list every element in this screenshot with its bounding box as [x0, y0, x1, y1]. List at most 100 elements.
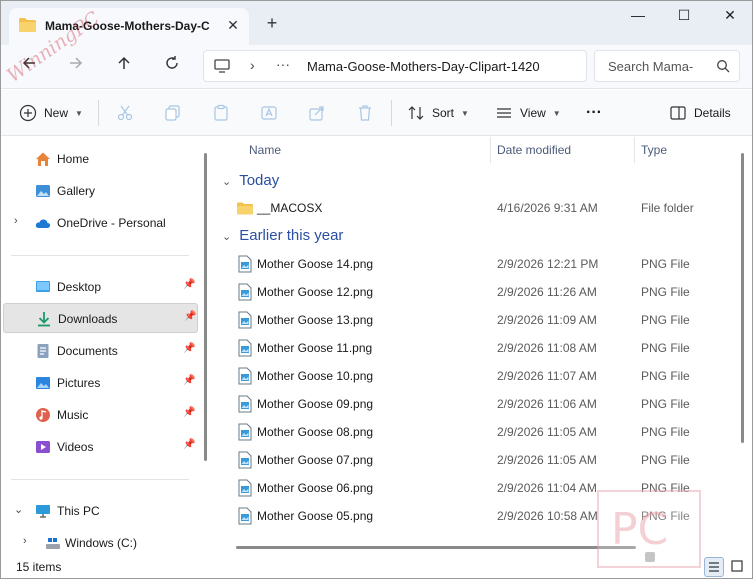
delete-button[interactable]	[356, 102, 381, 124]
horizontal-scrollbar[interactable]	[236, 546, 636, 549]
chevron-down-icon: ▼	[461, 108, 469, 118]
png-file-icon	[238, 423, 252, 441]
sidebar-item-pictures[interactable]: Pictures 📌	[3, 368, 198, 398]
file-date: 2/9/2026 11:26 AM	[497, 285, 597, 299]
sidebar-item-this-pc[interactable]: ⌄ This PC	[3, 496, 198, 526]
sidebar-scrollbar[interactable]	[204, 153, 207, 461]
refresh-icon	[166, 56, 178, 69]
column-divider[interactable]	[634, 137, 635, 163]
file-date: 2/9/2026 11:06 AM	[497, 397, 597, 411]
vertical-scrollbar[interactable]	[741, 153, 744, 443]
cloud-icon	[35, 219, 51, 228]
pin-icon: 📌	[184, 311, 197, 322]
sidebar-item-desktop[interactable]: Desktop 📌	[3, 272, 198, 302]
new-button[interactable]: New ▼	[19, 102, 83, 124]
file-row[interactable]: Mother Goose 11.png 2/9/2026 11:08 AM PNG …	[232, 334, 732, 362]
more-options-button[interactable]: ···	[586, 102, 602, 124]
rename-button[interactable]	[260, 102, 285, 124]
close-window-button[interactable]: ✕	[715, 7, 745, 27]
sidebar-item-home[interactable]: Home	[3, 144, 198, 174]
watermark-logo: PC	[597, 490, 701, 568]
column-divider[interactable]	[490, 137, 491, 163]
sidebar-item-music[interactable]: Music 📌	[3, 400, 198, 430]
maximize-button[interactable]: ☐	[669, 7, 699, 27]
plus-circle-icon	[19, 104, 37, 122]
sidebar-item-label: Desktop	[57, 280, 102, 294]
thumbnails-view-button[interactable]	[728, 557, 748, 577]
gallery-icon	[36, 185, 50, 197]
divider	[98, 100, 99, 126]
folder-row[interactable]: __MACOSX 4/16/2026 9:31 AM File folder	[232, 194, 732, 222]
clipboard-icon	[214, 104, 228, 121]
column-header-name[interactable]: Name	[249, 143, 281, 157]
sort-button[interactable]: Sort ▼	[407, 102, 469, 124]
music-icon	[36, 408, 50, 422]
breadcrumb-current-folder[interactable]: Mama-Goose-Mothers-Day-Clipart-1420	[307, 59, 559, 74]
grid-view-icon	[731, 560, 743, 572]
file-row[interactable]: Mother Goose 13.png 2/9/2026 11:09 AM PNG …	[232, 306, 732, 334]
column-header-date[interactable]: Date modified	[497, 143, 571, 157]
file-row[interactable]: Mother Goose 07.png 2/9/2026 11:05 AM PNG …	[232, 446, 732, 474]
file-row[interactable]: Mother Goose 09.png 2/9/2026 11:06 AM PNG …	[232, 390, 732, 418]
share-icon	[309, 106, 324, 121]
minimize-button[interactable]: —	[623, 7, 653, 27]
cut-button[interactable]	[116, 102, 141, 124]
chevron-right-icon[interactable]: ›	[14, 215, 18, 227]
details-view-button[interactable]	[704, 557, 724, 577]
file-row[interactable]: Mother Goose 12.png 2/9/2026 11:26 AM PNG …	[232, 278, 732, 306]
list-view-icon	[709, 562, 719, 572]
sidebar-item-downloads[interactable]: Downloads 📌	[3, 303, 198, 333]
chevron-right-icon[interactable]: ›	[250, 57, 255, 73]
sidebar-item-documents[interactable]: Documents 📌	[3, 336, 198, 366]
folder-icon	[237, 202, 253, 215]
sidebar-item-label: Home	[57, 152, 90, 166]
column-header-type[interactable]: Type	[641, 143, 667, 157]
chevron-down-icon: ▼	[552, 108, 561, 118]
sidebar-item-gallery[interactable]: Gallery	[3, 176, 198, 206]
sidebar-item-label: Videos	[57, 440, 94, 454]
paste-button[interactable]	[212, 102, 237, 124]
address-bar[interactable]: › ··· Mama-Goose-Mothers-Day-Clipart-142…	[203, 50, 587, 82]
chevron-right-icon[interactable]: ›	[23, 535, 27, 547]
file-name: Mother Goose 12.png	[257, 285, 374, 299]
title-bar: Mama-Goose-Mothers-Day-C ✕ + — ☐ ✕	[1, 1, 752, 45]
png-file-icon	[238, 479, 252, 497]
group-header-earlier[interactable]: ⌄ Earlier this year	[222, 227, 343, 244]
forward-button[interactable]	[63, 55, 89, 77]
up-button[interactable]	[111, 55, 137, 77]
arrow-up-icon	[118, 56, 130, 69]
divider	[391, 100, 392, 126]
file-row[interactable]: Mother Goose 14.png 2/9/2026 12:21 PM PNG …	[232, 250, 732, 278]
search-box[interactable]: Search Mama-	[594, 50, 740, 82]
sidebar-divider	[11, 479, 189, 480]
sidebar-item-onedrive[interactable]: › OneDrive - Personal	[3, 208, 198, 238]
view-button[interactable]: View ▼	[495, 102, 561, 124]
home-icon	[36, 152, 50, 166]
pc-icon	[36, 505, 50, 518]
tab-close-button[interactable]: ✕	[225, 17, 241, 33]
refresh-button[interactable]	[159, 55, 185, 77]
copy-button[interactable]	[164, 102, 189, 124]
chevron-down-icon[interactable]: ⌄	[14, 503, 23, 516]
group-title: Earlier this year	[239, 227, 344, 244]
file-type: PNG File	[641, 257, 690, 271]
search-icon	[717, 60, 730, 73]
share-button[interactable]	[308, 102, 333, 124]
sidebar-item-videos[interactable]: Videos 📌	[3, 432, 198, 462]
group-header-today[interactable]: ⌄ Today	[222, 172, 279, 189]
search-placeholder: Search Mama-	[608, 59, 694, 74]
details-pane-button[interactable]: Details	[669, 102, 731, 124]
svg-text:PC: PC	[611, 504, 668, 555]
pin-icon: 📌	[183, 407, 196, 418]
pin-icon: 📌	[183, 279, 196, 290]
png-file-icon	[238, 451, 252, 469]
breadcrumb-overflow-button[interactable]: ···	[276, 56, 290, 72]
file-type: PNG File	[641, 425, 690, 439]
file-name: Mother Goose 10.png	[257, 369, 374, 383]
navigation-pane: Home Gallery › OneDrive - Personal Deskt…	[1, 137, 201, 556]
new-tab-button[interactable]: +	[263, 14, 281, 32]
file-row[interactable]: Mother Goose 08.png 2/9/2026 11:05 AM PNG …	[232, 418, 732, 446]
sidebar-item-windows-c[interactable]: › Windows (C:)	[3, 528, 198, 558]
folder-icon	[19, 18, 36, 32]
file-row[interactable]: Mother Goose 10.png 2/9/2026 11:07 AM PNG …	[232, 362, 732, 390]
